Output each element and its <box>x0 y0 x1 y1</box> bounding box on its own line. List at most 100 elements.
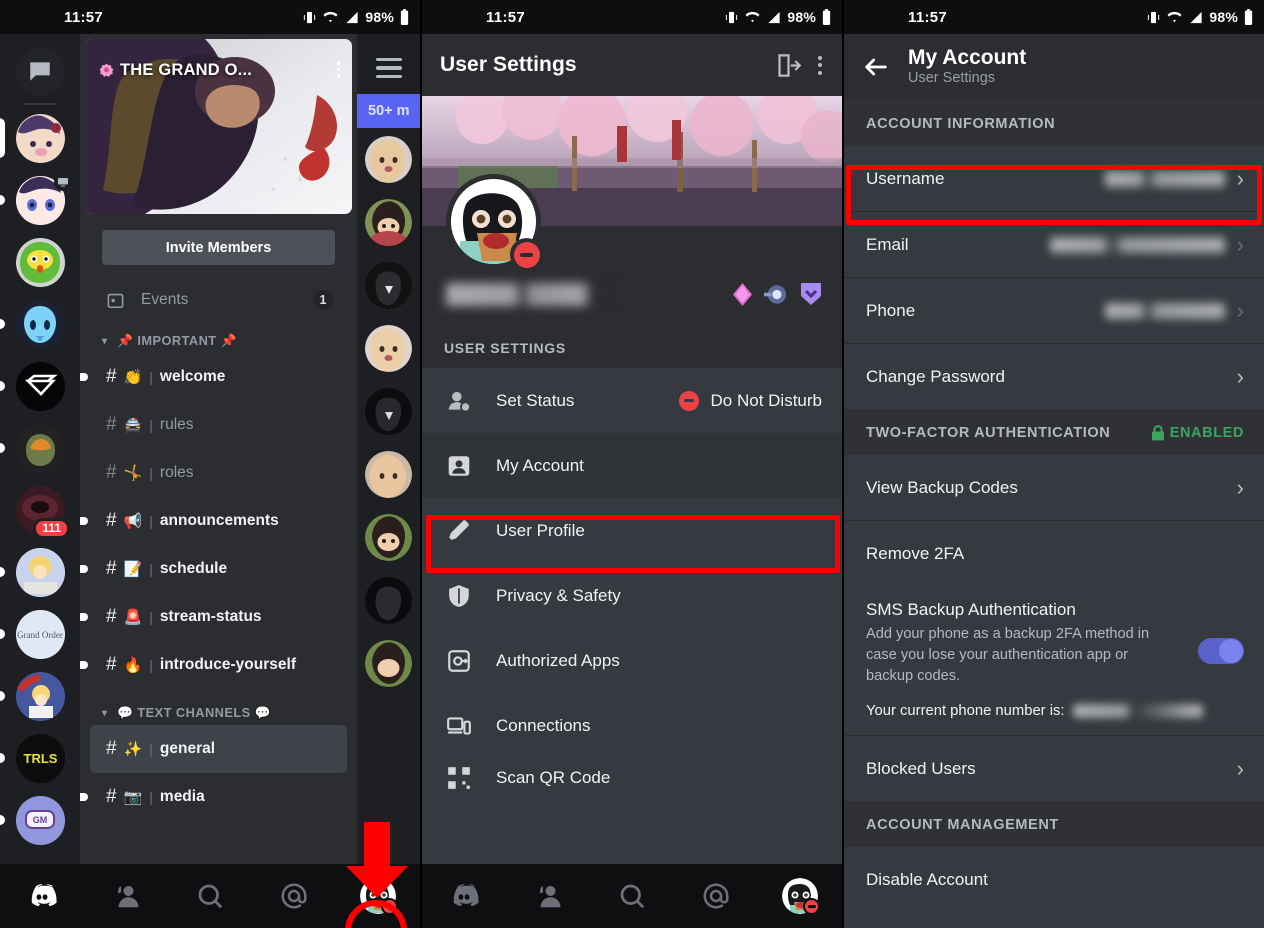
server-icon-12[interactable]: GM <box>0 789 80 851</box>
channel-welcome[interactable]: # 👏 | welcome <box>80 353 347 401</box>
overflow-menu-icon[interactable] <box>812 55 828 75</box>
channel-rules[interactable]: # 🚔 | rules <box>90 401 347 449</box>
row-label: Email <box>866 234 909 254</box>
channel-name: media <box>159 788 205 805</box>
row-label: Phone <box>866 300 916 320</box>
server-icon-11[interactable]: TRLS <box>0 727 80 789</box>
channel-emoji: 🔥 <box>123 657 143 674</box>
settings-row-set-status[interactable]: Set Status Do Not Disturb <box>422 368 842 433</box>
settings-row-connections[interactable]: Connections <box>422 693 842 758</box>
server-icon-5[interactable] <box>0 355 80 417</box>
category-important[interactable]: ▾ 📌 IMPORTANT 📌 <box>80 317 357 353</box>
account-row-remove-2fa[interactable]: Remove 2FA <box>844 521 1264 586</box>
channel-schedule[interactable]: # 📝 | schedule <box>80 545 347 593</box>
nav-mentions-button[interactable] <box>273 875 315 917</box>
battery-icon <box>1244 9 1253 25</box>
server-icon-3[interactable] <box>0 231 80 293</box>
switch-accounts-icon[interactable] <box>775 52 802 79</box>
member-avatar-item[interactable] <box>357 443 420 506</box>
unread-indicator <box>80 661 88 669</box>
account-row-phone[interactable]: Phone › <box>844 278 1264 343</box>
member-avatar-item[interactable] <box>357 632 420 695</box>
battery-percent: 98% <box>365 9 394 25</box>
status-badge-label: ENABLED <box>1169 425 1244 441</box>
channel-media[interactable]: # 📷 | media <box>80 773 347 821</box>
channel-general[interactable]: # ✨ | general <box>90 725 347 773</box>
account-row-username[interactable]: Username › <box>844 146 1264 211</box>
settings-row-scan-qr-code[interactable]: Scan QR Code <box>422 758 842 798</box>
events-row[interactable]: Events 1 <box>80 283 357 317</box>
section-label: TWO-FACTOR AUTHENTICATION <box>866 425 1111 441</box>
account-row-disable-account[interactable]: Disable Account <box>844 847 1264 912</box>
hash-icon: # <box>106 654 117 675</box>
server-icon-8[interactable] <box>0 541 80 603</box>
member-avatar-item[interactable] <box>357 191 420 254</box>
account-row-email[interactable]: Email › <box>844 212 1264 277</box>
nav-profile-button[interactable] <box>779 875 821 917</box>
nav-home-button[interactable] <box>443 875 485 917</box>
category-label: 💬 TEXT CHANNELS 💬 <box>117 705 271 720</box>
invite-members-button[interactable]: Invite Members <box>102 230 335 265</box>
account-row-change-password[interactable]: Change Password › <box>844 344 1264 409</box>
nav-friends-button[interactable] <box>105 875 147 917</box>
section-two-factor-authentication: TWO-FACTOR AUTHENTICATION ENABLED <box>844 409 1264 455</box>
chevron-right-icon: › <box>1236 165 1244 191</box>
server-icon-10[interactable] <box>0 665 80 727</box>
server-icon-6[interactable] <box>0 417 80 479</box>
settings-row-my-account[interactable]: My Account <box>422 433 842 498</box>
channel-introduce-yourself[interactable]: # 🔥 | introduce-yourself <box>80 641 347 689</box>
nav-search-button[interactable] <box>189 875 231 917</box>
account-row-view-backup-codes[interactable]: View Backup Codes › <box>844 455 1264 520</box>
back-arrow-icon[interactable] <box>862 53 890 81</box>
nav-search-button[interactable] <box>611 875 653 917</box>
settings-label: Connections <box>496 715 591 735</box>
section-label: ACCOUNT MANAGEMENT <box>866 817 1059 833</box>
member-avatar-item[interactable] <box>357 254 420 317</box>
authorized-apps-icon <box>444 648 474 674</box>
server-rail[interactable]: 111 Grand Order TRLS GM <box>0 34 80 894</box>
privacy-safety-icon <box>444 583 474 609</box>
set-status-icon <box>444 388 474 414</box>
menu-icon[interactable] <box>357 34 420 94</box>
settings-label: My Account <box>496 455 584 475</box>
server-icon-4[interactable] <box>0 293 80 355</box>
server-icon-1[interactable] <box>0 107 80 169</box>
nitro-badge-icon <box>733 282 752 306</box>
member-avatar-item[interactable] <box>357 317 420 380</box>
sms-backup-toggle[interactable] <box>1198 638 1244 664</box>
category-text-channels[interactable]: ▾ 💬 TEXT CHANNELS 💬 <box>80 689 357 725</box>
server-icon-2[interactable] <box>0 169 80 231</box>
member-avatar-item[interactable] <box>357 569 420 632</box>
server-banner[interactable]: THE GRAND O... <box>85 39 352 214</box>
user-avatar[interactable] <box>446 174 543 271</box>
avatar <box>365 451 412 499</box>
settings-row-authorized-apps[interactable]: Authorized Apps <box>422 628 842 693</box>
hash-icon: # <box>106 462 117 483</box>
server-avatar <box>15 237 65 287</box>
section-label: ACCOUNT INFORMATION <box>866 116 1056 132</box>
channel-stream-status[interactable]: # 🚨 | stream-status <box>80 593 347 641</box>
server-icon-9[interactable]: Grand Order <box>0 603 80 665</box>
member-avatar-item[interactable] <box>357 380 420 443</box>
settings-row-user-profile[interactable]: User Profile <box>422 498 842 563</box>
account-row-blocked-users[interactable]: Blocked Users › <box>844 736 1264 801</box>
direct-messages-button[interactable] <box>0 40 80 102</box>
nav-home-button[interactable] <box>21 875 63 917</box>
member-avatar-item[interactable] <box>357 506 420 569</box>
nav-friends-button[interactable] <box>527 875 569 917</box>
channel-announcements[interactable]: # 📢 | announcements <box>80 497 347 545</box>
channel-roles[interactable]: # 🤸 | roles <box>90 449 347 497</box>
hash-icon: # <box>106 558 117 579</box>
connections-icon <box>444 713 474 739</box>
server-overflow-menu-icon[interactable] <box>336 61 340 78</box>
settings-row-privacy-safety[interactable]: Privacy & Safety <box>422 563 842 628</box>
member-avatar-item[interactable] <box>357 128 420 191</box>
section-account-information: ACCOUNT INFORMATION <box>844 100 1264 146</box>
server-avatar <box>15 547 65 597</box>
server-icon-7[interactable]: 111 <box>0 479 80 541</box>
separator: | <box>149 609 153 625</box>
server-desktop-status-icon <box>54 173 72 191</box>
friends-icon <box>540 886 561 908</box>
vibrate-icon <box>1148 11 1160 23</box>
nav-mentions-button[interactable] <box>695 875 737 917</box>
